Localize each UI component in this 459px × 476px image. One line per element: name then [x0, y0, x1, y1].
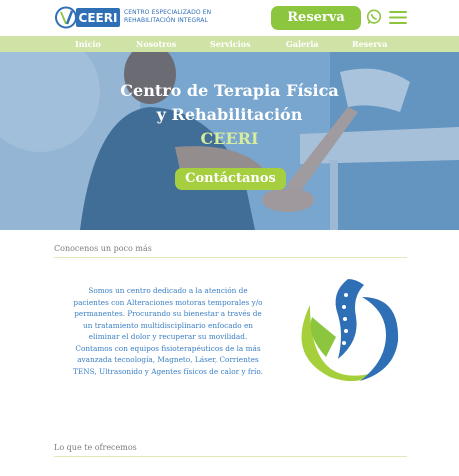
- about-line: eliminar el dolor y recuperar su movilid…: [88, 332, 248, 341]
- nav-item-nosotros[interactable]: Nosotros: [136, 39, 176, 49]
- about-line: permanentes. Procurando su bienestar a t…: [74, 309, 262, 318]
- hero-title-line2: y Rehabilitación: [156, 105, 303, 124]
- about-line: pacientes con Alteraciones motoras tempo…: [73, 297, 263, 307]
- hamburger-menu-icon[interactable]: [389, 10, 407, 25]
- about-line: Contamos con equipos fisioterapéuticos d…: [75, 343, 261, 353]
- hero-brand: CEERI: [200, 129, 259, 148]
- reserva-button[interactable]: Reserva: [271, 6, 361, 30]
- logo-tagline-line2: REHABILITACIÓN INTEGRAL: [124, 17, 208, 24]
- nav-item-reserva[interactable]: Reserva: [352, 39, 387, 49]
- logo-tagline: CENTRO ESPECIALIZADO EN REHABILITACIÓN I…: [124, 9, 211, 25]
- whatsapp-icon[interactable]: [366, 9, 382, 25]
- ceeri-emblem: [301, 279, 399, 382]
- nav-item-galeria[interactable]: Galeria: [286, 39, 319, 49]
- main-nav: Inicio Nosotros Servicios Galeria Reserv…: [0, 36, 459, 52]
- site-header: CEERI CENTRO ESPECIALIZADO EN REHABILITA…: [0, 0, 459, 36]
- offer-divider: [54, 456, 407, 457]
- hero-title-line1: Centro de Terapia Física: [120, 81, 339, 100]
- about-line: avanzada tecnología, Magneto, Láser, Cor…: [77, 355, 259, 364]
- offer-heading: Lo que te ofrecemos: [54, 443, 137, 452]
- logo-word: CEERI: [79, 11, 118, 25]
- nav-item-inicio[interactable]: Inicio: [75, 39, 101, 49]
- about-line: un tratamiento multidisciplinario enfoca…: [83, 320, 253, 330]
- hero-banner: Centro de Terapia Física y Rehabilitació…: [0, 52, 459, 230]
- ceeri-logo[interactable]: CEERI: [54, 5, 122, 30]
- contact-button[interactable]: Contáctanos: [175, 168, 286, 190]
- about-heading: Conocenos un poco más: [54, 244, 152, 253]
- about-line: Somos un centro dedicado a la atención d…: [88, 286, 248, 295]
- about-divider: [54, 257, 407, 258]
- about-paragraph: Somos un centro dedicado a la atención d…: [58, 285, 278, 377]
- nav-item-servicios[interactable]: Servicios: [210, 39, 251, 49]
- about-line: TENS, Ultrasonido y Agentes físicos de c…: [73, 366, 263, 376]
- logo-tagline-line1: CENTRO ESPECIALIZADO EN: [124, 9, 212, 16]
